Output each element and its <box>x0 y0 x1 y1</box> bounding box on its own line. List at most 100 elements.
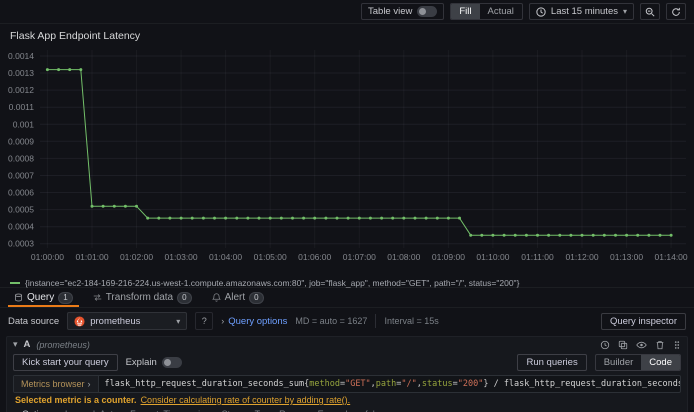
data-point <box>213 216 216 220</box>
run-queries-button[interactable]: Run queries <box>517 354 587 371</box>
data-point <box>324 216 328 220</box>
max-datapoints-summary: MD = auto = 1627 <box>295 316 368 326</box>
eye-icon[interactable] <box>636 340 647 350</box>
x-axis-label: 01:13:00 <box>610 252 643 262</box>
data-point <box>391 216 395 220</box>
datasource-row: Data source prometheus ▾ ? › Query optio… <box>0 308 694 334</box>
x-axis-label: 01:08:00 <box>387 252 420 262</box>
chevron-right-icon: › <box>221 316 225 326</box>
y-axis-label: 0.0013 <box>8 68 34 78</box>
data-point <box>636 233 640 237</box>
data-point <box>368 216 372 220</box>
data-point <box>413 216 417 220</box>
collapse-chevron-icon[interactable]: ▾ <box>13 339 18 350</box>
y-axis-label: 0.0005 <box>8 205 34 215</box>
tab-query-count: 1 <box>58 291 73 304</box>
fill-button[interactable]: Fill <box>451 4 480 19</box>
data-point <box>45 68 49 72</box>
y-axis-label: 0.0008 <box>8 153 34 163</box>
zoom-out-button[interactable] <box>640 3 660 20</box>
data-point <box>235 216 239 220</box>
data-point <box>558 233 562 237</box>
data-point <box>179 216 183 220</box>
tab-transform-data[interactable]: Transform data 0 <box>85 288 200 307</box>
y-axis-label: 0.001 <box>13 119 35 129</box>
data-point <box>614 233 617 237</box>
table-view-toggle[interactable]: Table view <box>361 3 445 20</box>
data-point <box>201 216 205 220</box>
x-axis-label: 01:01:00 <box>75 252 108 262</box>
query-ref-id[interactable]: A <box>24 339 31 350</box>
data-point <box>279 216 283 220</box>
x-axis-label: 01:05:00 <box>254 252 287 262</box>
latency-chart[interactable]: 0.0003 0.0004 0.0005 0.0006 0.0007 0.0008 0.00… <box>0 44 694 272</box>
query-toolbar: Kick start your query Explain Run querie… <box>7 352 687 375</box>
builder-code-group: Builder Code <box>594 354 681 371</box>
y-axis-label: 0.0006 <box>8 188 34 198</box>
data-point <box>469 233 473 237</box>
datasource-name: prometheus <box>90 315 141 327</box>
query-options-toggle[interactable]: › Query options <box>221 316 287 327</box>
time-range-picker[interactable]: Last 15 minutes ▾ <box>528 3 634 20</box>
query-options-label: Query options <box>228 315 288 327</box>
data-point <box>380 216 384 220</box>
query-inspector-button[interactable]: Query inspector <box>600 312 686 330</box>
panel-edit-toolbar: Table view Fill Actual Last 15 minutes ▾ <box>0 0 694 24</box>
data-point <box>68 68 72 72</box>
latency-panel: Flask App Endpoint Latency 0.0003 0.0004 0… <box>0 24 694 288</box>
data-point <box>446 216 450 220</box>
fill-actual-group: Fill Actual <box>450 3 523 20</box>
datasource-help-button[interactable]: ? <box>195 312 214 330</box>
code-button[interactable]: Code <box>641 355 680 370</box>
query-actions <box>600 340 681 350</box>
data-point <box>135 204 138 208</box>
query-options-summary-row: › Options Legend: Auto Format: Time seri… <box>7 406 687 412</box>
promql-query-text[interactable]: flask_http_request_duration_seconds_sum{… <box>99 376 680 392</box>
y-axis-label: 0.0007 <box>8 171 34 181</box>
data-point <box>79 68 83 72</box>
explain-toggle[interactable]: Explain <box>126 357 182 368</box>
query-editor-card: ▾ A (prometheus) Kick start your query E… <box>6 336 688 412</box>
refresh-button[interactable] <box>666 3 686 20</box>
warning-rate-link[interactable]: Consider calculating rate of counter by … <box>141 395 351 405</box>
y-axis-label: 0.0003 <box>8 239 34 249</box>
data-point <box>625 233 629 237</box>
data-point <box>268 216 272 220</box>
x-axis-label: 01:12:00 <box>565 252 598 262</box>
table-view-switch[interactable] <box>417 6 438 17</box>
y-axis-label: 0.0012 <box>8 85 34 95</box>
data-point <box>302 216 306 220</box>
y-axis-label: 0.0004 <box>8 222 34 232</box>
tab-alert[interactable]: Alert 0 <box>204 288 272 307</box>
data-point <box>491 233 495 237</box>
x-axis-label: 01:00:00 <box>31 252 64 262</box>
series-color-marker <box>10 282 20 284</box>
actual-button[interactable]: Actual <box>480 4 522 19</box>
data-point <box>602 233 606 237</box>
transform-icon <box>93 294 101 301</box>
datasource-picker[interactable]: prometheus ▾ <box>67 312 188 330</box>
tab-transform-count: 0 <box>177 291 192 304</box>
query-icon <box>15 293 22 302</box>
chevron-right-icon: › <box>87 379 91 389</box>
data-point <box>123 204 127 208</box>
data-point <box>168 216 172 220</box>
metrics-browser-button[interactable]: Metrics browser › <box>14 376 99 392</box>
explain-switch[interactable] <box>161 357 182 368</box>
data-point <box>458 216 461 220</box>
data-point <box>658 233 662 237</box>
kick-start-query-button[interactable]: Kick start your query <box>13 354 118 371</box>
x-axis-label: 01:04:00 <box>209 252 242 262</box>
data-point <box>547 233 551 237</box>
chart-legend[interactable]: {instance="ec2-184-169-216-224.us-west-1… <box>0 277 694 288</box>
trash-icon[interactable] <box>655 340 665 350</box>
builder-button[interactable]: Builder <box>596 355 642 370</box>
history-icon[interactable] <box>600 340 610 350</box>
drag-handle-icon[interactable] <box>673 340 681 350</box>
copy-icon[interactable] <box>618 340 628 350</box>
data-point <box>669 233 673 237</box>
x-axis-label: 01:03:00 <box>165 252 198 262</box>
tab-query[interactable]: Query 1 <box>6 288 81 307</box>
data-point <box>435 216 439 220</box>
y-axis-label: 0.0009 <box>8 136 34 146</box>
